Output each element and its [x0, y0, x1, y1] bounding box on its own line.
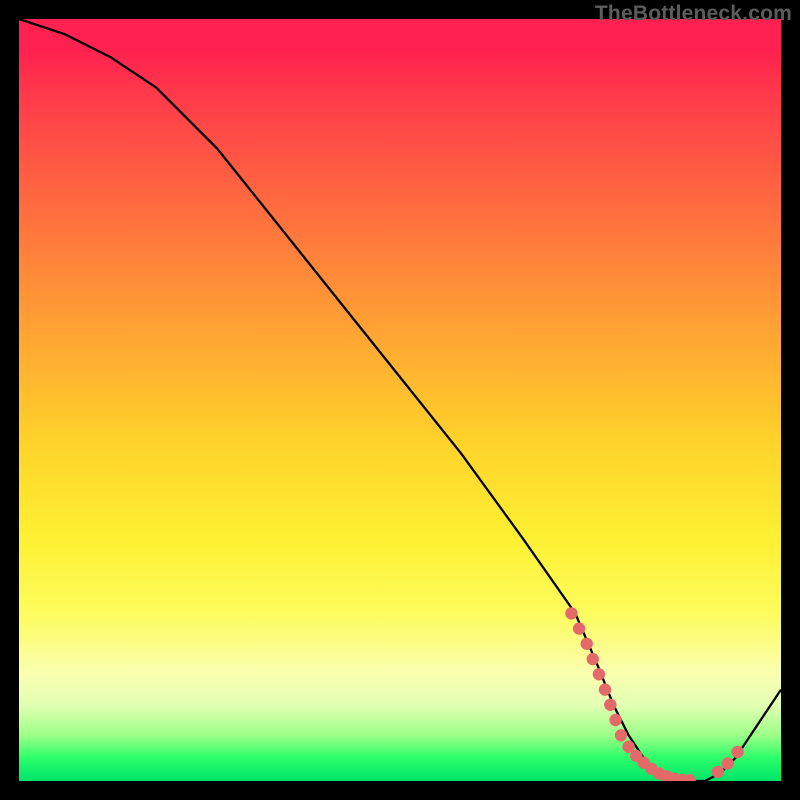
highlight-dot	[615, 729, 627, 741]
highlight-dot	[581, 638, 593, 650]
highlight-dot	[609, 714, 621, 726]
highlight-dot	[712, 766, 724, 778]
highlight-dot	[604, 699, 616, 711]
highlight-dot	[599, 683, 611, 695]
highlight-dot	[565, 607, 577, 619]
highlight-dot	[731, 746, 743, 758]
gradient-plot-area	[19, 19, 781, 781]
watermark-text: TheBottleneck.com	[595, 2, 792, 26]
highlight-dot	[722, 757, 734, 769]
highlight-dot	[573, 622, 585, 634]
bottleneck-curve	[19, 19, 781, 781]
chart-svg	[19, 19, 781, 781]
highlight-dot	[587, 653, 599, 665]
highlight-dot	[593, 668, 605, 680]
